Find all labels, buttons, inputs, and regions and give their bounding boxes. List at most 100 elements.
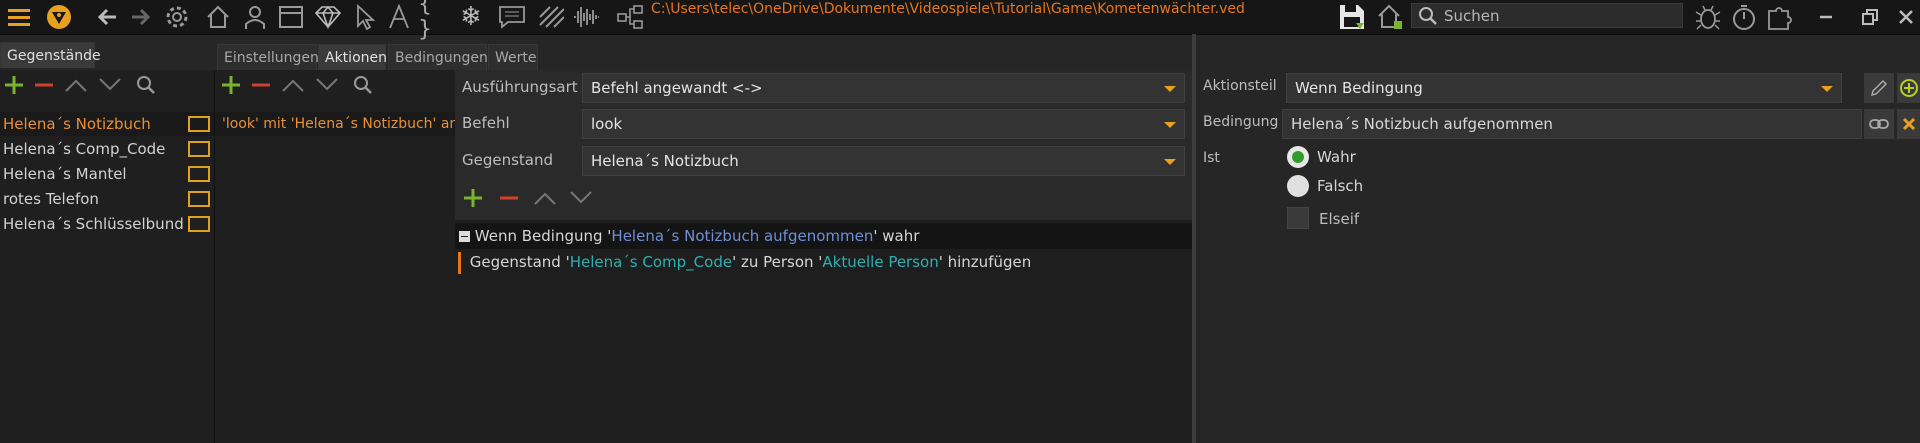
puzzle-icon[interactable]: [1764, 0, 1796, 34]
close-icon[interactable]: [1892, 0, 1920, 34]
search-box: [1411, 3, 1683, 28]
image-icon[interactable]: [188, 191, 210, 207]
remove-icon[interactable]: [247, 71, 275, 99]
comment-icon[interactable]: [496, 0, 528, 34]
window-icon[interactable]: [276, 0, 306, 34]
search-icon[interactable]: [349, 71, 377, 99]
tab-values[interactable]: Werte: [488, 44, 538, 70]
collapse-icon[interactable]: [459, 231, 470, 242]
remove-icon[interactable]: [30, 71, 58, 99]
item-value: Helena´s Notizbuch: [591, 152, 739, 170]
command-label: Befehl: [462, 114, 510, 132]
action-editor: Ausführungsart Befehl angewandt <-> Befe…: [455, 70, 1192, 443]
part-dropdown[interactable]: Wenn Bedingung: [1286, 73, 1842, 103]
list-item-label: Helena´s Schlüsselbund: [3, 215, 184, 233]
person-link[interactable]: Aktuelle Person: [822, 253, 938, 271]
items-toolbar: [0, 70, 160, 100]
tab-settings[interactable]: Einstellungen: [217, 44, 319, 70]
list-item[interactable]: Helena´s Notizbuch: [0, 112, 214, 136]
move-up-icon[interactable]: [531, 184, 559, 212]
add-part-button[interactable]: [1897, 73, 1920, 103]
tab-items[interactable]: Gegenstände: [0, 42, 101, 68]
remove-icon[interactable]: [495, 184, 523, 212]
list-item[interactable]: rotes Telefon: [0, 187, 214, 211]
condition-field[interactable]: Helena´s Notizbuch aufgenommen: [1282, 109, 1862, 139]
clear-button[interactable]: [1897, 109, 1920, 139]
add-icon[interactable]: [217, 71, 245, 99]
move-down-icon[interactable]: [96, 71, 124, 99]
braces-icon[interactable]: { }: [418, 0, 450, 42]
item-label: Gegenstand: [462, 151, 554, 169]
command-dropdown[interactable]: look: [582, 109, 1185, 139]
is-label: Ist: [1203, 150, 1220, 166]
bug-icon[interactable]: [1692, 0, 1724, 34]
part-label: Aktionsteil: [1203, 78, 1277, 94]
execution-label: Ausführungsart: [462, 78, 578, 96]
text-icon[interactable]: [384, 0, 414, 34]
search-icon[interactable]: [132, 71, 160, 99]
add-circle-icon: [1899, 79, 1918, 97]
chevron-down-icon: [1821, 86, 1833, 92]
link-button[interactable]: [1864, 109, 1894, 139]
home-icon[interactable]: [203, 0, 233, 34]
image-icon[interactable]: [188, 141, 210, 157]
tree-row-condition[interactable]: Wenn Bedingung 'Helena´s Notizbuch aufge…: [455, 223, 1192, 249]
tree-row-add-item[interactable]: Gegenstand 'Helena´s Comp_Code' zu Perso…: [455, 249, 1192, 275]
list-item-label: 'look' mit 'Helena´s Notizbuch' an: [222, 116, 455, 132]
radio-false[interactable]: [1287, 175, 1309, 197]
items-panel: Helena´s Notizbuch Helena´s Comp_Code He…: [0, 70, 215, 443]
stripes-icon[interactable]: [536, 0, 566, 34]
list-item[interactable]: Helena´s Comp_Code: [0, 137, 214, 161]
image-icon[interactable]: [188, 166, 210, 182]
add-icon[interactable]: [459, 184, 487, 212]
diamond-icon[interactable]: [312, 0, 344, 34]
waveform-icon[interactable]: [570, 0, 602, 34]
settings-icon[interactable]: [160, 0, 194, 34]
tree-text: ' wahr: [873, 227, 920, 245]
home-export-icon[interactable]: [1374, 0, 1406, 34]
save-icon[interactable]: [1336, 0, 1368, 34]
forward-icon[interactable]: [126, 0, 154, 34]
file-path: C:\Users\telec\OneDrive\Dokumente\Videos…: [651, 1, 1245, 17]
tree-text: Gegenstand ': [469, 253, 570, 271]
person-icon[interactable]: [240, 0, 270, 34]
move-down-icon[interactable]: [567, 184, 595, 212]
edit-button[interactable]: [1864, 73, 1894, 103]
move-up-icon[interactable]: [62, 71, 90, 99]
snowflake-icon[interactable]: ❄: [455, 0, 487, 34]
move-up-icon[interactable]: [279, 71, 307, 99]
pencil-icon: [1870, 79, 1888, 97]
list-item[interactable]: Helena´s Mantel: [0, 162, 214, 186]
cursor-icon[interactable]: [352, 0, 380, 34]
list-item[interactable]: 'look' mit 'Helena´s Notizbuch' an: [215, 112, 455, 136]
condition-editor: Aktionsteil Wenn Bedingung Bedingung Hel…: [1196, 70, 1920, 443]
elseif-checkbox[interactable]: [1287, 207, 1309, 229]
logo-icon[interactable]: [44, 0, 74, 34]
timer-icon[interactable]: [1728, 0, 1760, 34]
item-link[interactable]: Helena´s Comp_Code: [570, 253, 732, 271]
condition-link[interactable]: Helena´s Notizbuch aufgenommen: [611, 227, 873, 245]
image-icon[interactable]: [188, 216, 210, 232]
execution-value: Befehl angewandt <->: [591, 79, 763, 97]
hierarchy-icon[interactable]: [614, 0, 646, 34]
tree-text: ' hinzufügen: [938, 253, 1032, 271]
list-item-label: Helena´s Mantel: [3, 165, 127, 183]
search-input[interactable]: [1438, 5, 1666, 26]
actions-panel: 'look' mit 'Helena´s Notizbuch' an: [215, 70, 456, 443]
menu-icon[interactable]: [4, 0, 34, 34]
item-dropdown[interactable]: Helena´s Notizbuch: [582, 146, 1185, 176]
move-down-icon[interactable]: [313, 71, 341, 99]
list-item[interactable]: Helena´s Schlüsselbund: [0, 212, 214, 236]
execution-dropdown[interactable]: Befehl angewandt <->: [582, 73, 1185, 103]
list-item-label: Helena´s Comp_Code: [3, 140, 166, 158]
restore-icon[interactable]: [1856, 0, 1884, 34]
tab-actions[interactable]: Aktionen: [318, 44, 387, 70]
radio-true[interactable]: [1287, 146, 1309, 168]
add-icon[interactable]: [0, 71, 28, 99]
minimize-icon[interactable]: [1812, 0, 1840, 34]
radio-false-label: Falsch: [1317, 177, 1364, 195]
back-icon[interactable]: [94, 0, 122, 34]
list-item-label: rotes Telefon: [3, 190, 99, 208]
image-icon[interactable]: [188, 116, 210, 132]
tab-conditions[interactable]: Bedingungen: [388, 44, 488, 70]
